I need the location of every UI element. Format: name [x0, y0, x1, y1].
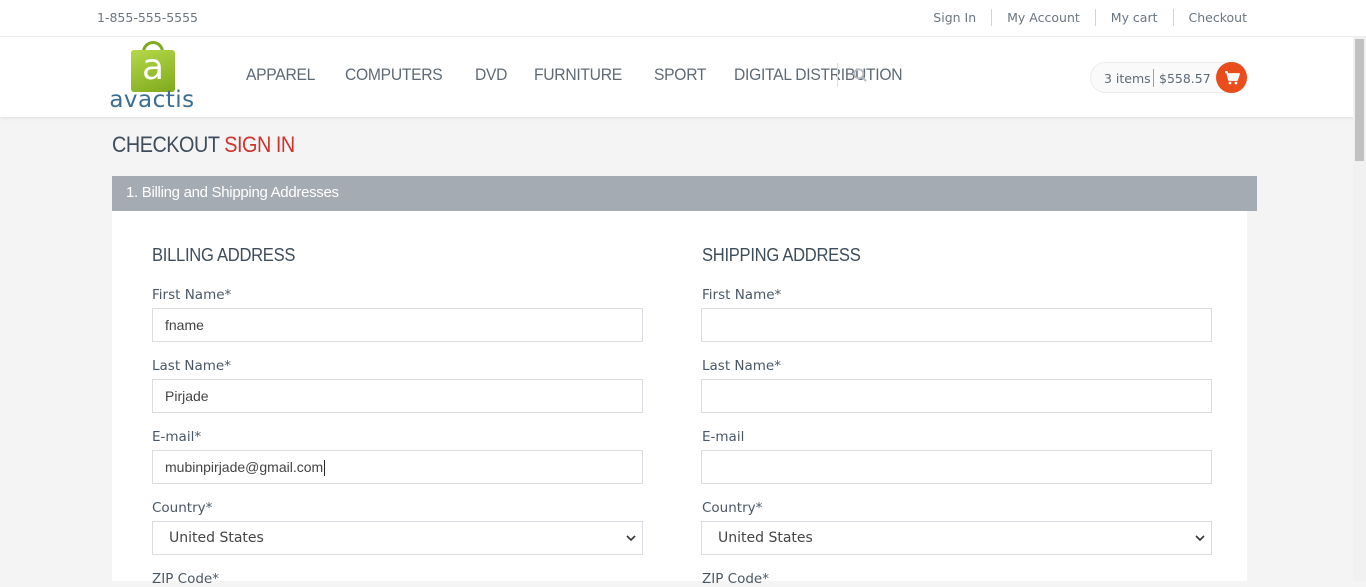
- shipping-last-name-input[interactable]: [701, 379, 1212, 413]
- cart-total: $558.57: [1159, 71, 1211, 86]
- top-bar: 1-855-555-5555 Sign In My Account My car…: [0, 0, 1366, 37]
- billing-email-label: E-mail*: [152, 429, 202, 445]
- chevron-down-icon: [626, 535, 636, 542]
- billing-email-value: mubinpirjade@gmail.com: [165, 459, 324, 475]
- billing-last-name-label: Last Name*: [152, 358, 231, 374]
- search-icon[interactable]: [853, 68, 867, 82]
- page-title: CHECKOUT SIGN IN: [112, 132, 295, 158]
- billing-last-name-input[interactable]: Pirjade: [152, 379, 643, 413]
- top-links: Sign In My Account My cart Checkout: [918, 9, 1247, 26]
- billing-address-title: BILLING ADDRESS: [152, 245, 296, 265]
- billing-country-select[interactable]: United States: [152, 521, 643, 555]
- text-cursor: [324, 460, 326, 477]
- billing-country-value: United States: [169, 530, 264, 546]
- my-account-link[interactable]: My Account: [992, 9, 1096, 26]
- billing-email-input[interactable]: mubinpirjade@gmail.com: [152, 450, 643, 484]
- cart-divider: [1153, 69, 1154, 87]
- nav-item-digital-distribution[interactable]: DIGITAL DISTRIBUTION: [734, 65, 903, 85]
- shipping-last-name-label: Last Name*: [702, 358, 781, 374]
- shipping-zip-label: ZIP Code*: [702, 571, 769, 587]
- page-scrollbar[interactable]: [1353, 37, 1366, 581]
- nav-item-dvd[interactable]: DVD: [475, 65, 507, 85]
- nav-item-sport[interactable]: SPORT: [654, 65, 706, 85]
- shipping-first-name-input[interactable]: [701, 308, 1212, 342]
- shipping-address-title: SHIPPING ADDRESS: [702, 245, 861, 265]
- billing-first-name-label: First Name*: [152, 287, 232, 303]
- sign-in-link[interactable]: Sign In: [918, 9, 993, 26]
- shipping-email-input[interactable]: [701, 450, 1212, 484]
- shopping-cart-icon: [1225, 71, 1240, 85]
- billing-country-label: Country*: [152, 500, 213, 516]
- cart-button[interactable]: [1216, 62, 1247, 93]
- checkout-step-header[interactable]: 1. Billing and Shipping Addresses: [112, 176, 1257, 211]
- shipping-email-label: E-mail: [702, 429, 745, 445]
- logo[interactable]: a avactis: [106, 39, 198, 115]
- nav-divider: [837, 63, 838, 87]
- cart-item-count: 3 items: [1104, 71, 1151, 86]
- phone-number: 1-855-555-5555: [97, 10, 199, 25]
- billing-zip-label: ZIP Code*: [152, 571, 219, 587]
- logo-text: avactis: [109, 87, 195, 113]
- page-title-accent: SIGN IN: [224, 132, 295, 157]
- shipping-country-label: Country*: [702, 500, 763, 516]
- checkout-link[interactable]: Checkout: [1174, 9, 1247, 26]
- shipping-country-value: United States: [718, 530, 813, 546]
- logo-letter: a: [141, 47, 165, 88]
- my-cart-link[interactable]: My cart: [1096, 9, 1174, 26]
- site-header: a avactis APPAREL COMPUTERS DVD FURNITUR…: [0, 37, 1366, 117]
- shipping-first-name-label: First Name*: [702, 287, 782, 303]
- nav-item-furniture[interactable]: FURNITURE: [534, 65, 622, 85]
- scrollbar-thumb[interactable]: [1355, 39, 1364, 161]
- page-title-main: CHECKOUT: [112, 132, 220, 157]
- billing-first-name-input[interactable]: fname: [152, 308, 643, 342]
- nav-item-computers[interactable]: COMPUTERS: [345, 65, 443, 85]
- nav-item-apparel[interactable]: APPAREL: [246, 65, 315, 85]
- shipping-country-select[interactable]: United States: [701, 521, 1212, 555]
- chevron-down-icon: [1195, 535, 1205, 542]
